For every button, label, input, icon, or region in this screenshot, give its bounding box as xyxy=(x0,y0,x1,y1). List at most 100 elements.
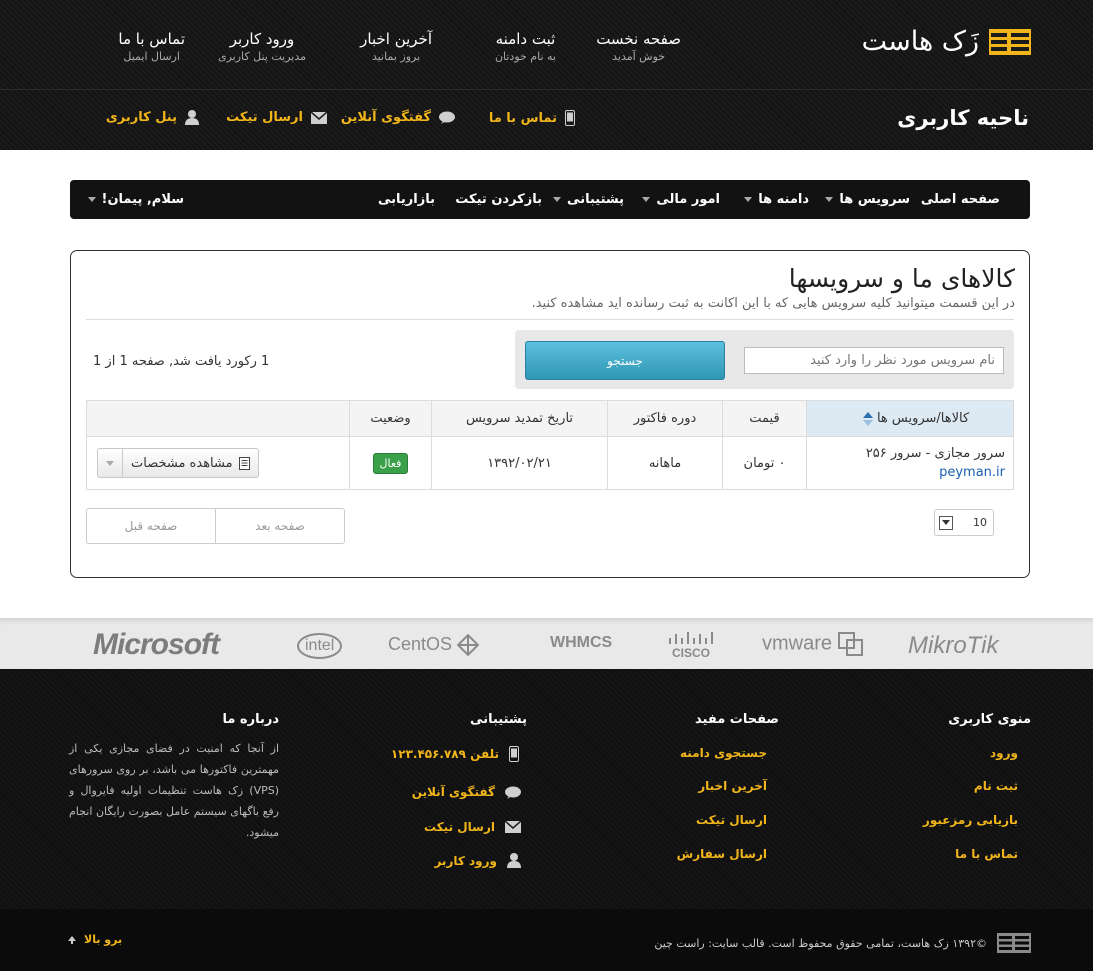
table-header-row: کالاها/سرویس ها قیمت دوره فاکتور تاریخ ت… xyxy=(86,400,1014,437)
quicklink-contact[interactable]: تماس با ما xyxy=(489,110,575,126)
topnav-title: ورود کاربر xyxy=(229,30,295,48)
footer-link-order[interactable]: ارسال سفارش xyxy=(677,847,767,861)
footer-support-label: ارسال تیکت xyxy=(423,820,495,834)
chevron-down-icon xyxy=(744,197,753,202)
envelope-icon xyxy=(505,821,521,833)
server-logo-icon xyxy=(997,933,1031,953)
quicklink-ticket[interactable]: ارسال تیکت xyxy=(226,110,327,125)
chat-bubble-icon xyxy=(439,111,455,124)
table-row: سرور مجازی - سرور ۲۵۶ peyman.ir ۰ تومان … xyxy=(86,436,1014,490)
quicklink-label: گفتگوی آنلاین xyxy=(340,110,431,125)
nav-label: پشتیبانی xyxy=(567,192,624,207)
nav-services[interactable]: سرویس ها xyxy=(825,192,910,207)
column-header-actions xyxy=(86,400,350,437)
footer-support-label: ورود کاربر xyxy=(434,853,497,868)
nav-billing[interactable]: امور مالی xyxy=(642,192,720,207)
page-subtitle: در این قسمت میتوانید کلیه سرویس هایی که … xyxy=(531,296,1015,311)
envelope-icon xyxy=(311,111,327,124)
column-header-cycle[interactable]: دوره فاکتور xyxy=(607,400,723,437)
nav-affiliates[interactable]: بازاریابی xyxy=(378,192,435,207)
topnav-subtitle: بروز بمانید xyxy=(371,50,421,63)
site-header: زَک هاست صفحه نخست خوش آمدید ثبت دامنه ب… xyxy=(0,0,1093,150)
column-header-due-date[interactable]: تاریخ تمدید سرویس xyxy=(431,400,608,437)
topnav-title: آخرین اخبار xyxy=(360,30,432,48)
footer-about-text: از آنجا که امنیت در فضای مجازی یکی از مه… xyxy=(69,742,279,839)
chevron-down-icon xyxy=(553,197,562,202)
partner-logo-intel: intel xyxy=(297,633,343,659)
topnav-login[interactable]: ورود کاربر مدیریت پنل کاربری xyxy=(218,30,306,63)
dropdown-arrow-icon xyxy=(939,515,953,530)
topnav-home[interactable]: صفحه نخست خوش آمدید xyxy=(596,30,681,63)
logo[interactable]: زَک هاست xyxy=(862,26,1031,57)
footer-link-domain-search[interactable]: جستجوی دامنه xyxy=(680,746,767,760)
nav-home[interactable]: صفحه اصلی xyxy=(921,192,1000,207)
cell-price: ۰ تومان xyxy=(722,436,807,490)
quicklink-label: ارسال تیکت xyxy=(226,110,303,125)
chevron-down-icon xyxy=(825,197,834,202)
topnav-contact[interactable]: تماس با ما ارسال ایمیل xyxy=(118,30,185,63)
partner-logo-vmware-text: vmware xyxy=(762,632,833,655)
nav-open-ticket[interactable]: بازکردن تیکت xyxy=(455,192,542,207)
partner-logo-cisco: CISCO xyxy=(668,632,714,662)
footer-link-contact[interactable]: تماس با ما xyxy=(955,847,1018,861)
topnav-domain[interactable]: ثبت دامنه به نام خودتان xyxy=(495,30,556,63)
main-nav: صفحه اصلی سرویس ها دامنه ها امور مالی پش… xyxy=(70,180,1030,219)
status-badge: فعال xyxy=(372,452,409,474)
column-header-service[interactable]: کالاها/سرویس ها xyxy=(806,400,1014,437)
footer-link-login[interactable]: ورود xyxy=(990,746,1018,760)
cell-status: فعال xyxy=(349,436,432,490)
vmware-icon xyxy=(837,632,863,656)
quicklink-chat[interactable]: گفتگوی آنلاین xyxy=(341,110,455,125)
nav-label: سرویس ها xyxy=(839,192,910,207)
topnav-title: صفحه نخست xyxy=(596,30,681,48)
partner-logo-centos: CentOS xyxy=(388,633,480,657)
footer-link-ticket[interactable]: ارسال تیکت xyxy=(696,813,767,827)
footer-about-title: درباره ما xyxy=(222,712,279,727)
mobile-icon xyxy=(565,110,575,126)
copyright: ©۱۳۹۲ زک هاست، تمامی حقوق محفوظ است. قال… xyxy=(654,932,1031,954)
nav-label: دامنه ها xyxy=(758,192,809,207)
back-to-top-link[interactable]: برو بالا xyxy=(68,933,122,946)
topnav-subtitle: ارسال ایمیل xyxy=(123,50,180,63)
cell-cycle: ماهانه xyxy=(607,436,723,490)
sort-icon xyxy=(862,411,873,426)
topnav-subtitle: مدیریت پنل کاربری xyxy=(217,50,306,63)
footer-link-register[interactable]: ثبت نام xyxy=(974,779,1018,793)
search-input[interactable] xyxy=(744,347,1004,374)
service-domain-link[interactable]: peyman.ir xyxy=(807,465,1005,480)
view-details-label: مشاهده مشخصات xyxy=(131,455,233,471)
footer-user-menu-title: منوی کاربری xyxy=(948,712,1031,727)
next-page-button[interactable]: صفحه بعد xyxy=(215,509,344,543)
nav-support[interactable]: پشتیبانی xyxy=(553,192,624,207)
partner-logo-vmware: vmware xyxy=(762,632,864,656)
column-header-price[interactable]: قیمت xyxy=(722,400,807,437)
footer-link-news[interactable]: آخرین اخبار xyxy=(698,779,767,793)
partner-logo-cisco-text: CISCO xyxy=(671,646,710,660)
view-details-button[interactable]: مشاهده مشخصات xyxy=(97,448,259,478)
footer-support-login[interactable]: ورود کاربر xyxy=(434,853,521,868)
topnav-subtitle: خوش آمدید xyxy=(612,50,666,63)
footer-link-password-reset[interactable]: بازیابی رمزعبور xyxy=(923,813,1018,827)
nav-user-greeting[interactable]: سلام, پیمان! xyxy=(87,192,184,207)
footer-support-phone[interactable]: تلفن ۱۲۳.۴۵۶.۷۸۹ xyxy=(391,746,519,762)
partner-logo-centos-text: CentOS xyxy=(388,634,453,654)
search-button[interactable]: جستجو xyxy=(525,341,725,380)
prev-page-button[interactable]: صفحه قبل xyxy=(87,509,215,543)
topnav-news[interactable]: آخرین اخبار بروز بمانید xyxy=(360,30,432,63)
nav-label: بازکردن تیکت xyxy=(455,192,542,207)
quicklink-panel[interactable]: پنل کاربری xyxy=(106,110,199,125)
cell-actions: مشاهده مشخصات xyxy=(86,436,350,490)
per-page-select[interactable]: 10 xyxy=(934,509,994,536)
footer-support-chat[interactable]: گفتگوی آنلاین xyxy=(412,785,521,799)
footer-support-title: پشتیبانی xyxy=(470,712,527,727)
view-details-main[interactable]: مشاهده مشخصات xyxy=(122,449,258,477)
view-details-dropdown[interactable] xyxy=(98,449,122,477)
footer-support-ticket[interactable]: ارسال تیکت xyxy=(424,820,521,834)
centos-icon xyxy=(456,633,480,657)
pagination: صفحه قبل صفحه بعد xyxy=(86,508,345,544)
arrow-up-icon xyxy=(68,935,76,944)
nav-label: بازاریابی xyxy=(378,192,435,207)
cisco-bars-icon xyxy=(669,632,713,644)
column-header-status[interactable]: وضعیت xyxy=(349,400,432,437)
nav-domains[interactable]: دامنه ها xyxy=(744,192,809,207)
